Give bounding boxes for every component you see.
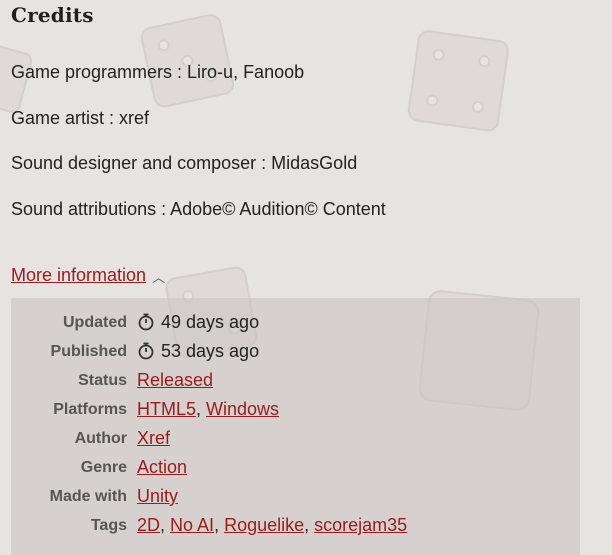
info-row-published: Published 53 days ago — [11, 337, 407, 366]
author-link[interactable]: Xref — [137, 428, 170, 448]
info-row-status: Status Released — [11, 366, 407, 395]
updated-label: Updated — [63, 313, 127, 331]
info-row-updated: Updated 49 days ago — [11, 308, 407, 337]
stopwatch-icon — [138, 313, 154, 331]
author-label: Author — [74, 429, 127, 447]
status-label: Status — [78, 371, 127, 389]
tag-link-no-ai[interactable]: No AI — [170, 515, 214, 535]
tags-label: Tags — [90, 516, 127, 534]
game-info-panel: Updated 49 days ago Published 53 days ag… — [11, 298, 580, 555]
tag-link-roguelike[interactable]: Roguelike — [224, 515, 304, 535]
platform-link-windows[interactable]: Windows — [206, 399, 279, 419]
credit-artist: Game artist : xref — [11, 108, 150, 128]
stopwatch-icon — [138, 342, 154, 360]
genre-link[interactable]: Action — [137, 457, 187, 477]
game-info-table: Updated 49 days ago Published 53 days ag… — [11, 308, 408, 540]
genre-label: Genre — [80, 458, 127, 476]
credit-sound-designer: Sound designer and composer : MidasGold — [11, 153, 358, 173]
info-row-platforms: Platforms HTML5, Windows — [11, 395, 407, 424]
info-row-made-with: Made with Unity — [11, 482, 407, 511]
credits-section: Credits Game programmers : Liro-u, Fanoo… — [0, 0, 612, 555]
info-row-author: Author Xref — [11, 424, 407, 453]
platforms-label: Platforms — [53, 400, 127, 418]
published-label: Published — [50, 342, 127, 360]
made-with-link[interactable]: Unity — [137, 486, 178, 506]
tag-link-2d[interactable]: 2D — [137, 515, 160, 535]
tag-link-scorejam35[interactable]: scorejam35 — [314, 515, 407, 535]
info-row-tags: Tags 2D, No AI, Roguelike, scorejam35 — [11, 511, 407, 540]
credit-programmers: Game programmers : Liro-u, Fanoob — [11, 62, 305, 82]
chevron-up-icon: ︿ — [152, 270, 166, 285]
more-information-label: More information — [11, 265, 147, 285]
info-row-genre: Genre Action — [11, 453, 407, 482]
credits-heading: Credits — [11, 3, 94, 27]
published-value: 53 days ago — [161, 341, 260, 361]
platform-link-html5[interactable]: HTML5 — [137, 399, 196, 419]
made-with-label: Made with — [49, 487, 127, 505]
updated-value: 49 days ago — [161, 312, 260, 332]
more-information-toggle[interactable]: More information ︿ — [11, 265, 165, 286]
credit-sound-attributions: Sound attributions : Adobe© Audition© Co… — [11, 199, 386, 219]
status-link[interactable]: Released — [137, 370, 213, 390]
